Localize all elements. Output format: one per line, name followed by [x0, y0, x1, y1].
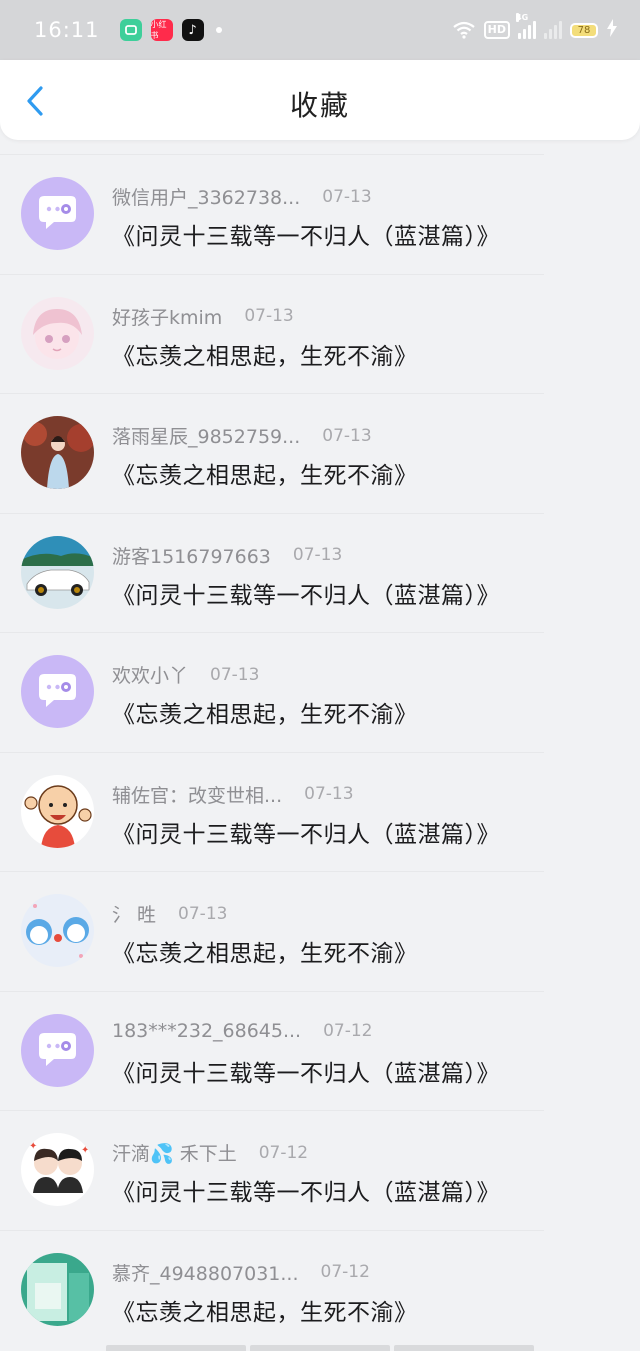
user-avatar[interactable] [21, 894, 94, 967]
book-title[interactable]: 《问灵十三载等一不归人（蓝湛篇）》 [112, 815, 500, 849]
book-title[interactable]: 《忘羡之相思起，生死不渝》 [112, 337, 418, 371]
status-bar: 16:11 小红书 ♪ HD 4G 78 [0, 0, 640, 60]
favorite-item[interactable]: 氵 甠 07-13 《忘羡之相思起，生死不渝》 [0, 871, 544, 991]
book-title[interactable]: 《忘羡之相思起，生死不渝》 [112, 1293, 418, 1327]
charging-icon [606, 18, 618, 42]
item-meta: 氵 甠 07-13 [112, 900, 227, 927]
favorite-date: 07-13 [292, 545, 343, 565]
book-title[interactable]: 《问灵十三载等一不归人（蓝湛篇）》 [112, 1054, 500, 1088]
page-title: 收藏 [289, 89, 350, 122]
item-meta: 好孩子kmim 07-13 [112, 303, 294, 330]
favorite-item[interactable]: 游客1516797663 07-13 《问灵十三载等一不归人（蓝湛篇）》 [0, 512, 544, 633]
favorite-date: 07-13 [304, 784, 354, 804]
user-name: 慕齐_4948807031... [112, 1262, 299, 1285]
favorite-date: 07-12 [320, 1262, 370, 1282]
signal-2-icon [544, 21, 562, 39]
favorite-date: 07-13 [178, 903, 228, 924]
hd-icon: HD [483, 21, 510, 39]
battery-icon: 78 [570, 22, 598, 38]
bottom-indicator [106, 1345, 534, 1351]
item-meta: 欢欢小丫 07-13 [112, 661, 259, 688]
book-title[interactable]: 《忘羡之相思起，生死不渝》 [112, 934, 418, 968]
user-name: 欢欢小丫 [112, 665, 189, 687]
wifi-icon [452, 21, 475, 39]
book-title[interactable]: 《忘羡之相思起，生死不渝》 [112, 695, 418, 729]
item-meta: 落雨星辰_9852759... 07-13 [112, 422, 372, 449]
user-name: 氵 甠 [112, 904, 157, 926]
favorite-date: 07-13 [244, 306, 294, 326]
favorite-date: 07-13 [210, 664, 260, 685]
user-avatar[interactable] [21, 416, 94, 489]
item-meta: 慕齐_4948807031... 07-12 [112, 1259, 370, 1286]
user-avatar[interactable] [21, 655, 94, 728]
red-app-icon: 小红书 [150, 19, 173, 41]
user-name: 微信用户_3362738... [112, 187, 301, 209]
user-name: 汗滴💦 禾下土 [112, 1143, 237, 1165]
favorite-item[interactable]: 欢欢小丫 07-13 《忘羡之相思起，生死不渝》 [0, 632, 544, 752]
favorite-item[interactable]: ✦ ✦ 汗滴💦 禾下土 07-12 《问灵十三载等一不归人（蓝湛篇）》 [0, 1110, 544, 1230]
book-title[interactable]: 《问灵十三载等一不归人（蓝湛篇）》 [112, 576, 500, 610]
favorite-date: 07-13 [322, 186, 372, 207]
user-avatar[interactable] [21, 535, 94, 609]
favorites-list: 微信用户_3362738... 07-13 《问灵十三载等一不归人（蓝湛篇）》 好孩… [0, 154, 640, 1349]
notification-dot-icon [215, 27, 222, 33]
svg-text:✦: ✦ [81, 1145, 89, 1156]
user-avatar[interactable]: ✦ ✦ [21, 1133, 94, 1206]
user-name: 游客1516797663 [112, 545, 271, 568]
favorite-date: 07-12 [323, 1020, 373, 1041]
network-type-label: 4G [516, 13, 529, 22]
favorite-item[interactable]: 微信用户_3362738... 07-13 《问灵十三载等一不归人（蓝湛篇）》 [0, 154, 544, 274]
tiktok-icon: ♪ [181, 19, 204, 41]
user-name: 落雨星辰_9852759... [112, 426, 301, 448]
user-avatar[interactable] [21, 177, 94, 250]
favorite-date: 07-12 [258, 1142, 309, 1163]
user-name: 好孩子kmim [112, 306, 223, 329]
item-meta: 辅佐官：改变世相... 07-13 [112, 781, 354, 808]
item-meta: 游客1516797663 07-13 [112, 542, 342, 569]
green-app-icon [119, 19, 142, 41]
user-avatar[interactable] [21, 774, 94, 848]
favorite-item[interactable]: 慕齐_4948807031... 07-12 《忘羡之相思起，生死不渝》 [0, 1229, 544, 1350]
status-time: 16:11 [34, 18, 100, 42]
user-name: 辅佐官：改变世相... [112, 784, 283, 807]
signal-icon: 4G [516, 13, 536, 39]
item-meta: 汗滴💦 禾下土 07-12 [112, 1139, 308, 1166]
favorite-item[interactable]: 好孩子kmim 07-13 《忘羡之相思起，生死不渝》 [0, 273, 544, 394]
user-avatar[interactable] [21, 1013, 94, 1087]
item-meta: 微信用户_3362738... 07-13 [112, 183, 372, 210]
favorite-item[interactable]: 辅佐官：改变世相... 07-13 《问灵十三载等一不归人（蓝湛篇）》 [0, 751, 544, 872]
book-title[interactable]: 《问灵十三载等一不归人（蓝湛篇）》 [112, 217, 500, 251]
user-avatar[interactable] [21, 1252, 94, 1326]
favorite-item[interactable]: 183***232_68645... 07-12 《问灵十三载等一不归人（蓝湛篇）》 [0, 990, 544, 1111]
item-meta: 183***232_68645... 07-12 [112, 1020, 373, 1042]
favorite-item[interactable]: 落雨星辰_9852759... 07-13 《忘羡之相思起，生死不渝》 [0, 393, 544, 513]
battery-level: 78 [577, 24, 591, 36]
favorite-date: 07-13 [322, 425, 372, 446]
user-name: 183***232_68645... [112, 1019, 302, 1042]
svg-text:✦: ✦ [29, 1141, 37, 1152]
book-title[interactable]: 《问灵十三载等一不归人（蓝湛篇）》 [112, 1173, 500, 1207]
book-title[interactable]: 《忘羡之相思起，生死不渝》 [112, 456, 418, 490]
user-avatar[interactable] [21, 296, 94, 370]
